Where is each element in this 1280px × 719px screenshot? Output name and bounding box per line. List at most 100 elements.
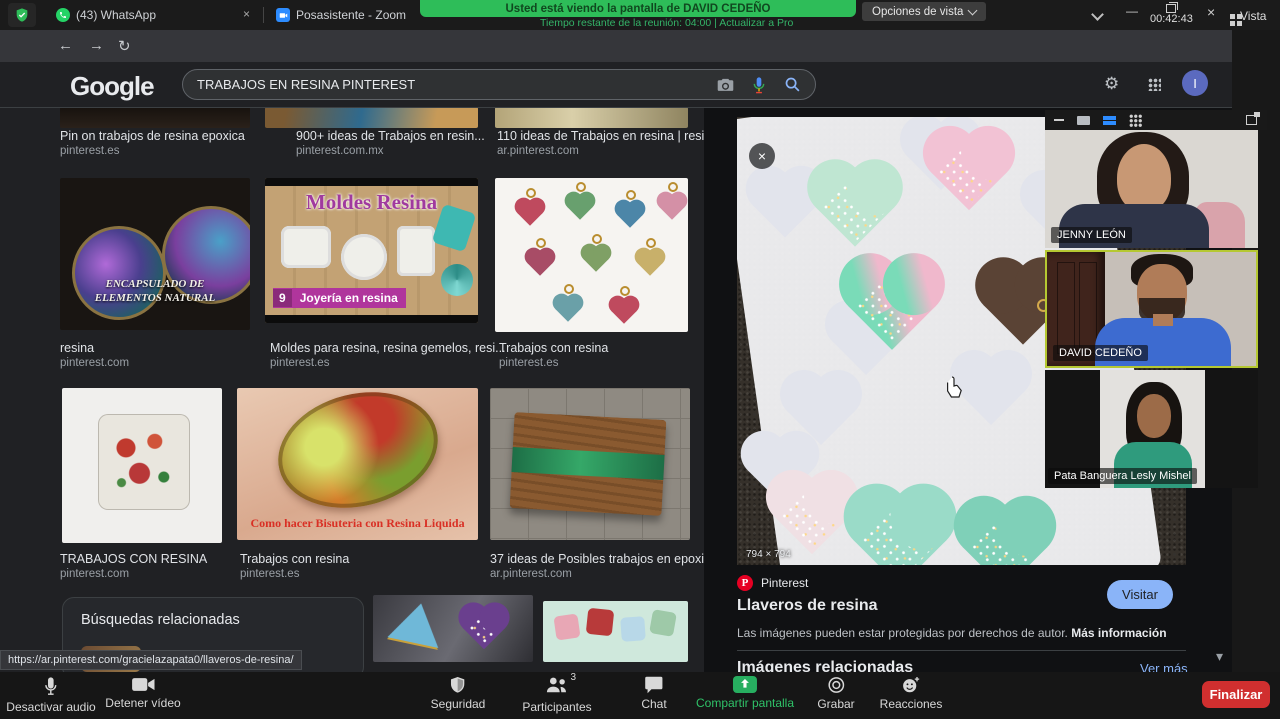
share-screen-button[interactable]: Compartir pantalla	[696, 676, 794, 710]
image-dimensions-label: 794 × 794	[746, 549, 791, 560]
video-camera-icon	[131, 676, 155, 693]
minimize-icon[interactable]: —	[1126, 4, 1138, 18]
close-preview-button[interactable]: ×	[749, 143, 775, 169]
vista-label: Vista	[1240, 9, 1266, 23]
back-icon[interactable]: ←	[58, 37, 73, 54]
share-screen-label: Compartir pantalla	[696, 696, 794, 710]
security-shield-badge	[8, 3, 36, 27]
mold-shape	[397, 226, 435, 276]
reactions-button[interactable]: Reacciones	[880, 676, 943, 711]
restore-window-icon[interactable]	[1166, 4, 1176, 13]
result-thumbnail-moldes[interactable]: Moldes Resina 9 Joyería en resina	[265, 178, 478, 323]
search-icon[interactable]	[784, 76, 801, 93]
result-thumbnail[interactable]	[495, 107, 688, 128]
speaker-view-icon[interactable]	[1077, 116, 1090, 125]
result-title[interactable]: Moldes para resina, resina gemelos, resi…	[270, 341, 506, 355]
tab-zoom[interactable]: Posasistente - Zoom	[276, 3, 406, 27]
star-pendant	[387, 598, 446, 648]
voice-search-mic-icon[interactable]	[752, 76, 766, 94]
result-thumbnail-cabochon[interactable]: Como hacer Bisuteria con Resina Liquida	[237, 388, 478, 540]
view-options-label: Opciones de vista	[872, 6, 963, 18]
preview-title[interactable]: Llaveros de resina	[737, 597, 878, 615]
result-title[interactable]: Pin on trabajos de resina epoxica	[60, 129, 245, 143]
result-title[interactable]: 900+ ideas de Trabajos en resin...	[296, 129, 485, 143]
share-screen-icon	[733, 676, 757, 693]
thumbnail-banner-text: Joyería en resina	[292, 291, 406, 305]
reactions-label: Reacciones	[880, 697, 943, 711]
participant-video-pata[interactable]: Pata Banguera Lesly Mishel	[1045, 370, 1258, 488]
strip-view-icon[interactable]	[1103, 116, 1116, 125]
person-face	[1117, 144, 1171, 212]
participant-name-label: JENNY LEÓN	[1051, 227, 1132, 243]
top-bar: (43) WhatsApp × Posasistente - Zoom Uste…	[0, 0, 1280, 30]
result-domain: pinterest.com	[60, 568, 129, 580]
result-thumbnail[interactable]	[60, 107, 250, 128]
record-button[interactable]: Grabar	[817, 676, 854, 711]
layout-icon[interactable]	[1246, 115, 1257, 125]
tab-zoom-label: Posasistente - Zoom	[296, 8, 406, 22]
end-meeting-button[interactable]: Finalizar	[1202, 681, 1270, 708]
resin-square	[586, 608, 615, 637]
participant-name-label: Pata Banguera Lesly Mishel	[1048, 468, 1197, 484]
tab-close-icon[interactable]: ×	[243, 7, 250, 21]
resin-square	[649, 609, 677, 637]
participants-icon	[545, 676, 569, 694]
visit-button-label: Visitar	[1122, 587, 1158, 602]
more-info-link[interactable]: Más información	[1071, 626, 1166, 640]
door-panel	[1057, 262, 1075, 354]
reload-icon[interactable]: ↻	[118, 37, 131, 55]
result-thumbnail[interactable]	[265, 107, 478, 128]
heart-pendant	[463, 607, 505, 649]
google-logo[interactable]: Google	[70, 71, 154, 102]
settings-gear-icon[interactable]: ⚙	[1104, 74, 1119, 94]
vista-button[interactable]: Vista	[1230, 9, 1266, 23]
minimize-strip-icon[interactable]	[1054, 119, 1064, 121]
stop-video-button[interactable]: Detener vídeo	[105, 676, 180, 710]
chat-label: Chat	[641, 697, 666, 711]
mold-shape	[341, 234, 387, 280]
security-label: Seguridad	[431, 697, 486, 711]
result-thumbnail-cube[interactable]	[62, 388, 222, 543]
source-row[interactable]: P Pinterest	[737, 575, 808, 591]
gallery-view-icon[interactable]	[1129, 114, 1142, 127]
view-options-button[interactable]: Opciones de vista	[862, 2, 986, 21]
result-title[interactable]: Trabajos con resina	[240, 552, 349, 566]
chat-button[interactable]: Chat	[641, 676, 666, 711]
result-title[interactable]: 37 ideas de Posibles trabajos en epoxi..…	[490, 552, 714, 566]
collapse-chevron-icon[interactable]	[1091, 8, 1104, 21]
resin-cube	[98, 414, 190, 510]
microphone-icon	[42, 676, 59, 697]
scroll-down-icon[interactable]: ▾	[1216, 648, 1223, 665]
result-thumbnail-hearts[interactable]	[495, 178, 688, 332]
search-query-text: TRABAJOS EN RESINA PINTEREST	[197, 77, 717, 92]
participant-video-david-active-speaker[interactable]: DAVID CEDEÑO	[1045, 250, 1258, 368]
status-bar-url: https://ar.pinterest.com/gracielazapata0…	[8, 654, 294, 666]
security-button[interactable]: Seguridad	[431, 676, 486, 711]
result-title[interactable]: resina	[60, 341, 94, 355]
reactions-smiley-icon	[901, 676, 920, 694]
tab-whatsapp[interactable]: (43) WhatsApp	[56, 3, 156, 27]
participants-button[interactable]: 3 Participantes	[522, 676, 591, 714]
close-window-icon[interactable]: ×	[1207, 4, 1215, 20]
participant-video-jenny[interactable]: JENNY LEÓN	[1045, 130, 1258, 248]
google-apps-grid-icon[interactable]	[1148, 78, 1161, 91]
search-box[interactable]: TRABAJOS EN RESINA PINTEREST	[182, 69, 816, 100]
result-thumbnail-table[interactable]	[490, 388, 690, 540]
video-strip-toolbar	[1045, 110, 1267, 130]
result-thumbnail-encapsulado[interactable]: ENCAPSULADO DE ELEMENTOS NATURAL	[60, 178, 250, 330]
search-by-image-camera-icon[interactable]	[717, 77, 734, 92]
related-image-thumbnail[interactable]	[543, 601, 688, 662]
result-domain: pinterest.es	[499, 357, 558, 369]
visit-button[interactable]: Visitar	[1107, 580, 1173, 609]
related-image-thumbnail[interactable]	[373, 595, 533, 662]
mute-audio-button[interactable]: Desactivar audio	[6, 676, 95, 714]
result-domain: ar.pinterest.com	[490, 568, 572, 580]
result-title[interactable]: TRABAJOS CON RESINA	[60, 552, 207, 566]
meeting-timer: 00:42:43	[1150, 13, 1193, 25]
forward-icon[interactable]: →	[89, 37, 104, 54]
zoom-app-icon	[276, 8, 290, 22]
resin-square	[553, 613, 580, 640]
result-title[interactable]: 110 ideas de Trabajos en resina | resina…	[497, 129, 736, 143]
result-title[interactable]: Trabajos con resina	[499, 341, 608, 355]
google-profile-avatar[interactable]: I	[1182, 70, 1208, 96]
